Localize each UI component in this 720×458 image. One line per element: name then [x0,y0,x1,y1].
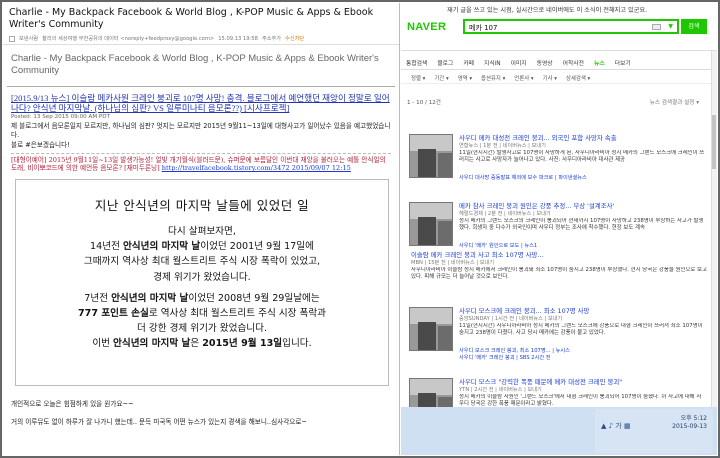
tab-blog[interactable]: 블로그 [432,58,458,67]
card-line-5: 7년전 안식년의 마지막 날이었던 2008년 9월 29일날에는 [84,292,320,304]
news-thumbnail[interactable] [409,378,453,408]
naver-logo[interactable]: NAVER [407,21,446,33]
system-tray: ▲ ♪ 가 ▦ 오후 5:12 2015-09-13 [595,409,713,453]
news-title[interactable]: 사우디 모스크에 크레인 붕괴... 최소 107명 사망 [459,306,705,315]
scrollbar[interactable] [711,51,717,407]
tab-image[interactable]: 이미지 [506,58,532,67]
mail-time: 15.09.13 19:58 [218,35,258,42]
news-description: 성지 메카의 이슬람 사원인 '그랜드 모스크'에서 대형 크레인이 붕괴되어 … [459,394,702,408]
clock[interactable]: 오후 5:12 2015-09-13 [672,415,707,431]
tab-news[interactable]: 뉴스 [589,58,610,67]
news-thumbnail[interactable] [409,307,453,351]
news-meta: MBN | 15분 전 | 네이버뉴스 | 보내기 [411,260,495,266]
result-settings[interactable]: 뉴스 검색결과 설정 ▾ [650,98,699,106]
news-filter-bar: 정렬 ▾ 기간 ▾ 영역 ▾ 옵션유지 ▾ 언론사 ▾ 기사 ▾ 상세검색 ▾ [401,72,717,84]
card-line-6: 777 포인트 손실로 역사상 최대 월스트리트 주식 시장 폭락과 [77,308,326,320]
filter-type[interactable]: 기사 ▾ [543,74,557,82]
quote-separator [11,152,391,154]
clock-time: 오후 5:12 [680,415,707,422]
card-heading: 지난 안식년의 마지막 날들에 있었던 일 [94,198,310,213]
news-description: 사우디아라비아 이슬람 성지 메카에서 크레인이 붕괴돼 최소 107명이 숨지… [411,267,707,281]
news-related-link[interactable]: 사우디 '메카' 크레인 붕괴 | SBS 2시간 전 [459,354,705,361]
filter-sort[interactable]: 정렬 ▾ [411,74,425,82]
news-item: 사우디 메카 대성전 크레인 붕괴... 외국인 포함 사망자 속출 연합뉴스 … [405,131,705,189]
filter-period[interactable]: 기간 ▾ [434,74,448,82]
tab-integrated[interactable]: 통합검색 [401,58,432,67]
news-description: 성지 메카의 그랜드 모스크의 크레인이 붕괴되어 현재까지 107명이 사망하… [459,218,704,232]
news-item: 사우디 모스크에 크레인 붕괴... 최소 107명 사망 중앙SUNDAY |… [405,304,705,362]
select-checkbox[interactable] [9,35,15,42]
post-footer-1: 개인적으로 오늘은 힘점하게 있을 원가요~~ [11,400,134,408]
card-line-8: 이번 안식년의 마지막 날은 2015년 9월 13일입니다. [92,338,312,350]
quoted-link-url[interactable]: http://travelfacebook.tistory.com/3472 2… [162,164,351,172]
mail-pane: Charlie - My Backpack Facebook & World B… [3,3,400,455]
mail-header-title: Charlie - My Backpack Facebook & World B… [9,7,374,30]
scrollbar-thumb[interactable] [712,115,716,169]
filter-option[interactable]: 옵션유지 ▾ [481,74,505,82]
news-item: 이슬람 메카 크레인 붕괴 사고 최소 107명 사망... MBN | 15분… [405,248,707,306]
block-button[interactable]: 수신차단 [285,35,304,42]
search-button[interactable]: 검색 [681,19,707,34]
add-address-button[interactable]: 주소추가 [262,35,281,42]
clock-date: 2015-09-13 [672,423,707,430]
mail-body: [2015.9/13 뉴스] 이슬람 메카사원 크레인 붕괴로 107명 사망!… [3,93,399,173]
result-count: 1 - 10 / 12건 [407,100,441,106]
mail-subject: Charlie - My Backpack Facebook & World B… [11,53,379,76]
chevron-down-icon[interactable]: ▼ [668,23,673,30]
search-input[interactable]: 메카 107 [469,23,497,33]
quoted-link[interactable]: [대형이예어] 2015년 9월11일~13일 발생가능성! 얼빛 개기월식(블… [11,156,391,173]
news-title[interactable]: 사우디 메카 대성전 크레인 붕괴... 외국인 포함 사망자 속출 [459,133,705,142]
news-meta: 헤럴드경제 | 2분 전 | 네이버뉴스 | 보내기 [459,211,551,217]
news-description: 11일(현지시간) 사우디아라비아 성지 메카의 그랜드 모스크에 강풍으로 대… [459,323,703,337]
filter-detail[interactable]: 상세검색 ▾ [566,74,590,82]
card-line-3: 그때까지 역사상 최대 월스트리트 주식 시장 폭락이 있었고, [83,256,321,268]
tray-icons[interactable]: ▲ ♪ 가 ▦ [601,421,631,431]
taskbar: ▲ ♪ 가 ▦ 오후 5:12 2015-09-13 [401,407,717,455]
news-description: 11일(현지시간) 발생사고로 107명이 사망하게 된, 사우디아라비아 성지… [459,150,705,164]
post-intro: 제 블로그에서 음모론일지 모르지만, 하나님의 심판? 엇지는 모르지만 20… [11,122,391,139]
mail-toolbar: 보낸사람 찰리의 세상여행 무한공유의 데이터 <noreply+feedpro… [3,33,399,45]
post-footer-2: 거의 이루뮤도 없이 하루가 잘 나가니 했는데.. 문득 미국독 어떤 뉴스가… [11,418,307,426]
filter-area[interactable]: 영역 ▾ [458,74,472,82]
tab-kin[interactable]: 지식iN [479,58,506,67]
news-related-link[interactable]: 사우디 대사망 중동발표 해외에 보수 파크로 | 파이낸셜뉴스 [459,174,705,181]
post-title-link[interactable]: [2015.9/13 뉴스] 이슬람 메카사원 크레인 붕괴로 107명 사망!… [11,93,391,113]
news-meta: 연합뉴스 | 1분 전 | 네이버뉴스 | 보내기 [459,143,546,149]
tab-cafe[interactable]: 카페 [458,58,479,67]
search-box[interactable]: 메카 107 ▼ [463,19,679,34]
divider [7,86,395,87]
post-intro-2: 블로 #은보겠습니다! [11,141,70,149]
filter-press[interactable]: 언론사 ▾ [514,74,533,82]
card-line-2: 14년전 안식년의 마지막 날이었던 2001년 9월 17일에 [90,241,314,253]
card-line-7: 더 강한 경제 위기가 왔었습니다. [137,323,267,335]
sabbath-summary-card: 지난 안식년의 마지막 날들에 있었던 일 다시 살펴보자면, 14년전 안식년… [15,179,389,386]
news-thumbnail[interactable] [409,202,453,246]
tab-video[interactable]: 동영상 [532,58,558,67]
post-date: Posted: 13 Sep 2015 09:00 AM PDT [11,114,111,120]
naver-header: 재기 글을 쓰고 있는 시점, 실시간으로 네이버에도 이 소식이 전해지고 있… [401,3,717,51]
blog-notice: 재기 글을 쓰고 있는 시점, 실시간으로 네이버에도 이 소식이 전해지고 있… [447,7,648,14]
mail-header: Charlie - My Backpack Facebook & World B… [3,3,399,33]
news-meta: 중앙SUNDAY | 1시간 전 | 네이버뉴스 | 보내기 [459,316,563,322]
news-title[interactable]: 메카 참사 크레인 붕괴 원인은 강풍 추정... 부상 '설계조사' [459,201,705,210]
search-tabs: 통합검색 블로그 카페 지식iN 이미지 동영상 어학사전 뉴스 더보기 [401,55,717,70]
news-related-link[interactable]: 사우디 모스크 크레인 붕괴, 최소 107명... | 뉴시스 [459,347,705,354]
news-thumbnail[interactable] [409,134,453,178]
news-title[interactable]: 사우디 모스크 "강력한 폭풍 때문에 메카 대성전 크레인 붕괴" [459,377,705,386]
tab-dictionary[interactable]: 어학사전 [558,58,589,67]
sender-label: 보낸사람 [19,36,39,42]
card-line-1: 다시 살펴보자면, [168,226,236,237]
tab-more[interactable]: 더보기 [610,58,636,67]
news-title[interactable]: 이슬람 메카 크레인 붕괴 사고 최소 107명 사망... [411,250,707,259]
sender-address[interactable]: 찰리의 세상여행 무한공유의 데이터 <noreply+feedproxy@go… [42,35,214,42]
card-line-4: 경제 위기가 왔었습니다. [153,271,251,283]
news-meta: YTN | 2시간 전 | 네이버뉴스 | 보내기 [459,387,542,393]
naver-pane: 재기 글을 쓰고 있는 시점, 실시간으로 네이버에도 이 소식이 전해지고 있… [401,3,717,455]
keyboard-icon[interactable] [652,24,661,30]
